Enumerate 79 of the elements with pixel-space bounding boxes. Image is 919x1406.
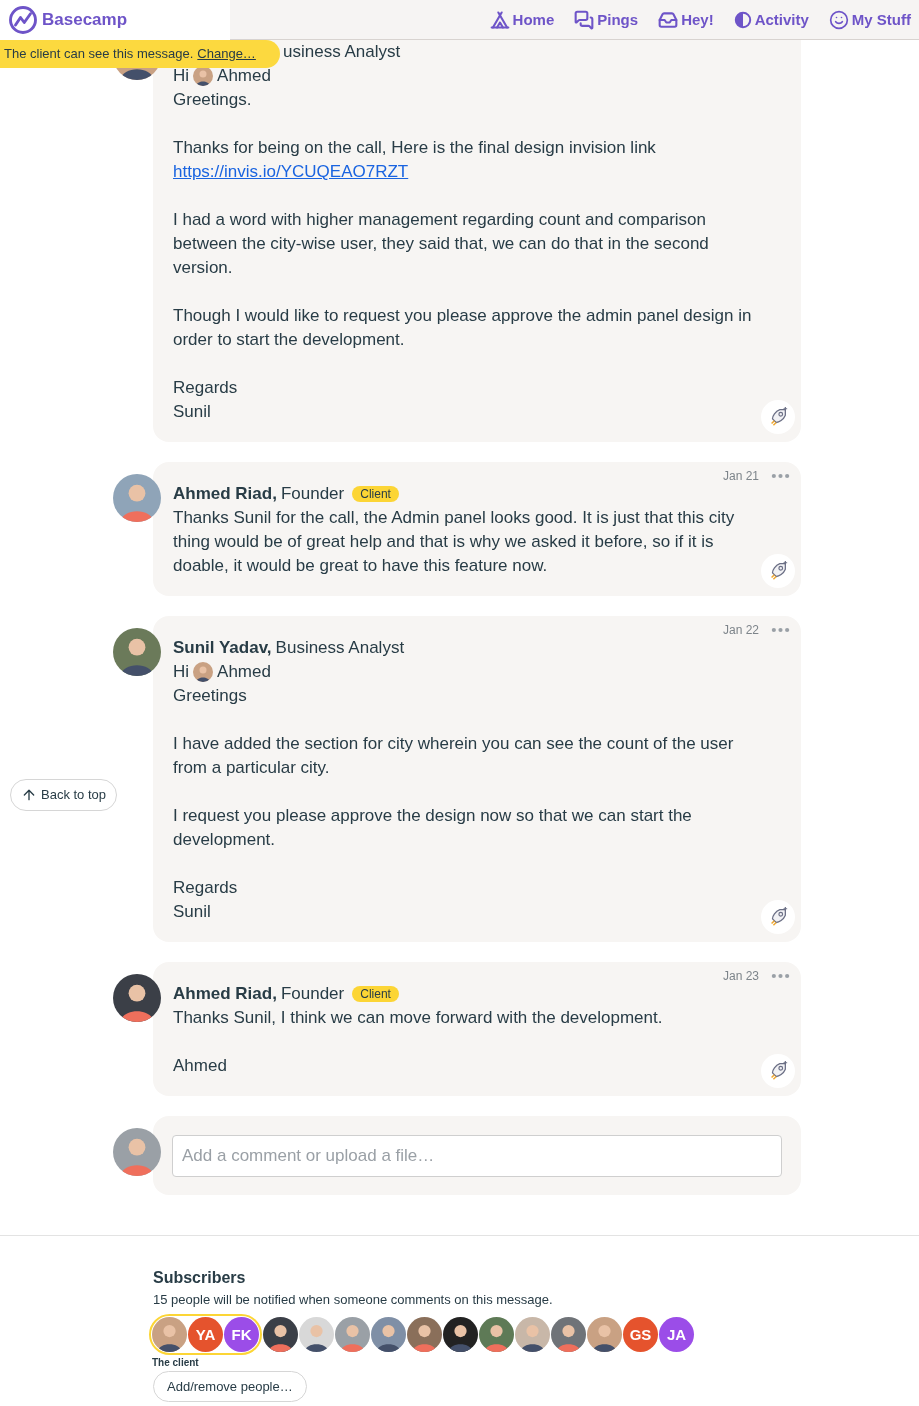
author-role: Business Analyst: [275, 637, 405, 659]
subscriber-avatar: [587, 1317, 622, 1352]
half-circle-icon: [733, 10, 752, 29]
author-role: Founder: [280, 983, 345, 1005]
message-text: Thanks Sunil, I think we can move forward with the development.: [173, 1007, 664, 1029]
message-text: Regards: [173, 877, 239, 899]
inbox-icon: [658, 9, 679, 30]
subscriber-avatar: [479, 1317, 514, 1352]
author-role: Founder: [280, 483, 345, 505]
nav-link[interactable]: Activity: [733, 7, 809, 32]
reaction-button[interactable]: [761, 400, 795, 434]
message-text: Thanks Sunil for the call, the Admin panel looks good. It is just that this city thing would be of great help and that is why we asked it before, so if it is doable, it would be great to have this feature now.: [173, 507, 736, 577]
author-role: usiness Analyst: [283, 41, 401, 63]
avatar: [113, 974, 161, 1022]
mention-name[interactable]: Ahmed: [217, 68, 271, 84]
nav-link[interactable]: My Stuff: [828, 7, 911, 32]
message-text: Ahmed: [173, 1055, 228, 1077]
more-icon[interactable]: [771, 973, 790, 979]
avatar: [113, 628, 161, 676]
message-text: Greetings.: [173, 89, 253, 111]
back-to-top-button[interactable]: Back to top: [10, 779, 118, 811]
subscriber-initials-avatar: FK: [224, 1317, 259, 1352]
subscriber-avatar: [263, 1317, 298, 1352]
comment-field[interactable]: Add a comment or upload a file…: [172, 1135, 782, 1177]
nav-link[interactable]: Home: [489, 7, 555, 32]
author-name: Sunil Yadav,: [173, 637, 272, 659]
subscriber-avatar: [443, 1317, 478, 1352]
author-name: Ahmed Riad,: [173, 983, 277, 1005]
add-remove-people-button[interactable]: Add/remove people…: [153, 1371, 307, 1402]
smiley-icon: [828, 9, 849, 30]
message-text: Greetings: [173, 685, 248, 707]
message-text: Sunil: [173, 401, 212, 423]
subscriber-avatar: [335, 1317, 370, 1352]
message-date: Jan 23: [722, 970, 759, 982]
subscriber-avatar: [152, 1317, 187, 1352]
link[interactable]: https://invis.io/YCUQEAO7RZT: [173, 162, 409, 181]
greeting-text: Hi: [173, 68, 190, 84]
avatar: [113, 1128, 161, 1176]
more-icon[interactable]: [771, 627, 790, 633]
client-badge: Client: [352, 486, 399, 502]
mention-avatar: [193, 66, 214, 86]
reaction-button[interactable]: [761, 554, 795, 588]
message-date: Jan 22: [722, 624, 759, 636]
message-text: I request you please approve the design now so that we can start the development.: [173, 805, 693, 851]
change-link[interactable]: Change…: [197, 42, 256, 66]
subscriber-avatar: [407, 1317, 442, 1352]
message-date: Jan 21: [722, 470, 759, 482]
logo-text[interactable]: Basecamp: [42, 8, 128, 32]
subscriber-initials-avatar: GS: [623, 1317, 658, 1352]
subscriber-avatar: [371, 1317, 406, 1352]
message-text: I had a word with higher management regarding count and comparison between the city-wise user, they said that, we can do that in the second version.: [173, 209, 710, 279]
subscriber-initials-avatar: YA: [188, 1317, 223, 1352]
mention-avatar: [193, 662, 214, 682]
message-text: I have added the section for city wherein you can see the count of the user from a particular city.: [173, 733, 735, 779]
tent-icon: [489, 9, 510, 30]
subscriber-initials-avatar: JA: [659, 1317, 694, 1352]
nav-link[interactable]: Pings: [574, 7, 639, 32]
subscribers-heading: Subscribers: [153, 1268, 247, 1288]
chat-bubbles-icon: [574, 9, 595, 30]
message-text: Regards: [173, 377, 239, 399]
nav-link[interactable]: Hey!: [658, 7, 714, 32]
banner-text: The client can see this message.: [4, 45, 194, 63]
avatar: [113, 474, 161, 522]
greeting-text: Hi: [173, 664, 190, 680]
reaction-button[interactable]: [761, 1054, 795, 1088]
author-name: Ahmed Riad,: [173, 483, 277, 505]
subscribers-note: 15 people will be notified when someone comments on this message.: [153, 1291, 554, 1309]
more-icon[interactable]: [771, 473, 790, 479]
message-text: Thanks for being on the call, Here is the final design invision link: [173, 137, 657, 159]
logo-icon[interactable]: [8, 5, 38, 35]
reaction-button[interactable]: [761, 900, 795, 934]
mention-name[interactable]: Ahmed: [217, 664, 271, 680]
client-group-label: The client: [152, 1356, 200, 1370]
subscriber-avatar: [551, 1317, 586, 1352]
client-badge: Client: [352, 986, 399, 1002]
message-text: Though I would like to request you please approve the admin panel design in order to start the development.: [173, 305, 753, 351]
subscriber-avatar: [515, 1317, 550, 1352]
message-text: Sunil: [173, 901, 212, 923]
subscriber-avatar: [299, 1317, 334, 1352]
